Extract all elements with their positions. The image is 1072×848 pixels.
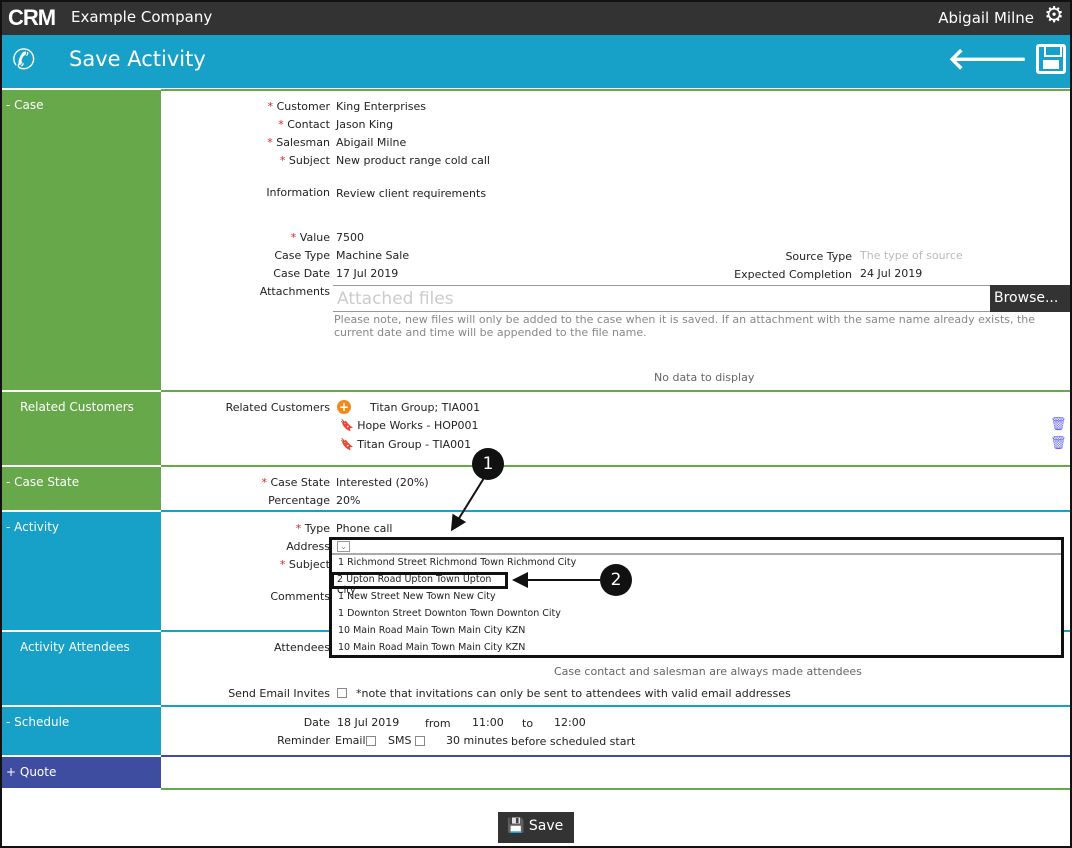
callout-arrows bbox=[450, 477, 600, 588]
callout-2: 2 bbox=[600, 564, 632, 596]
callout-1: 1 bbox=[472, 448, 504, 480]
arrow-1 bbox=[450, 477, 485, 532]
